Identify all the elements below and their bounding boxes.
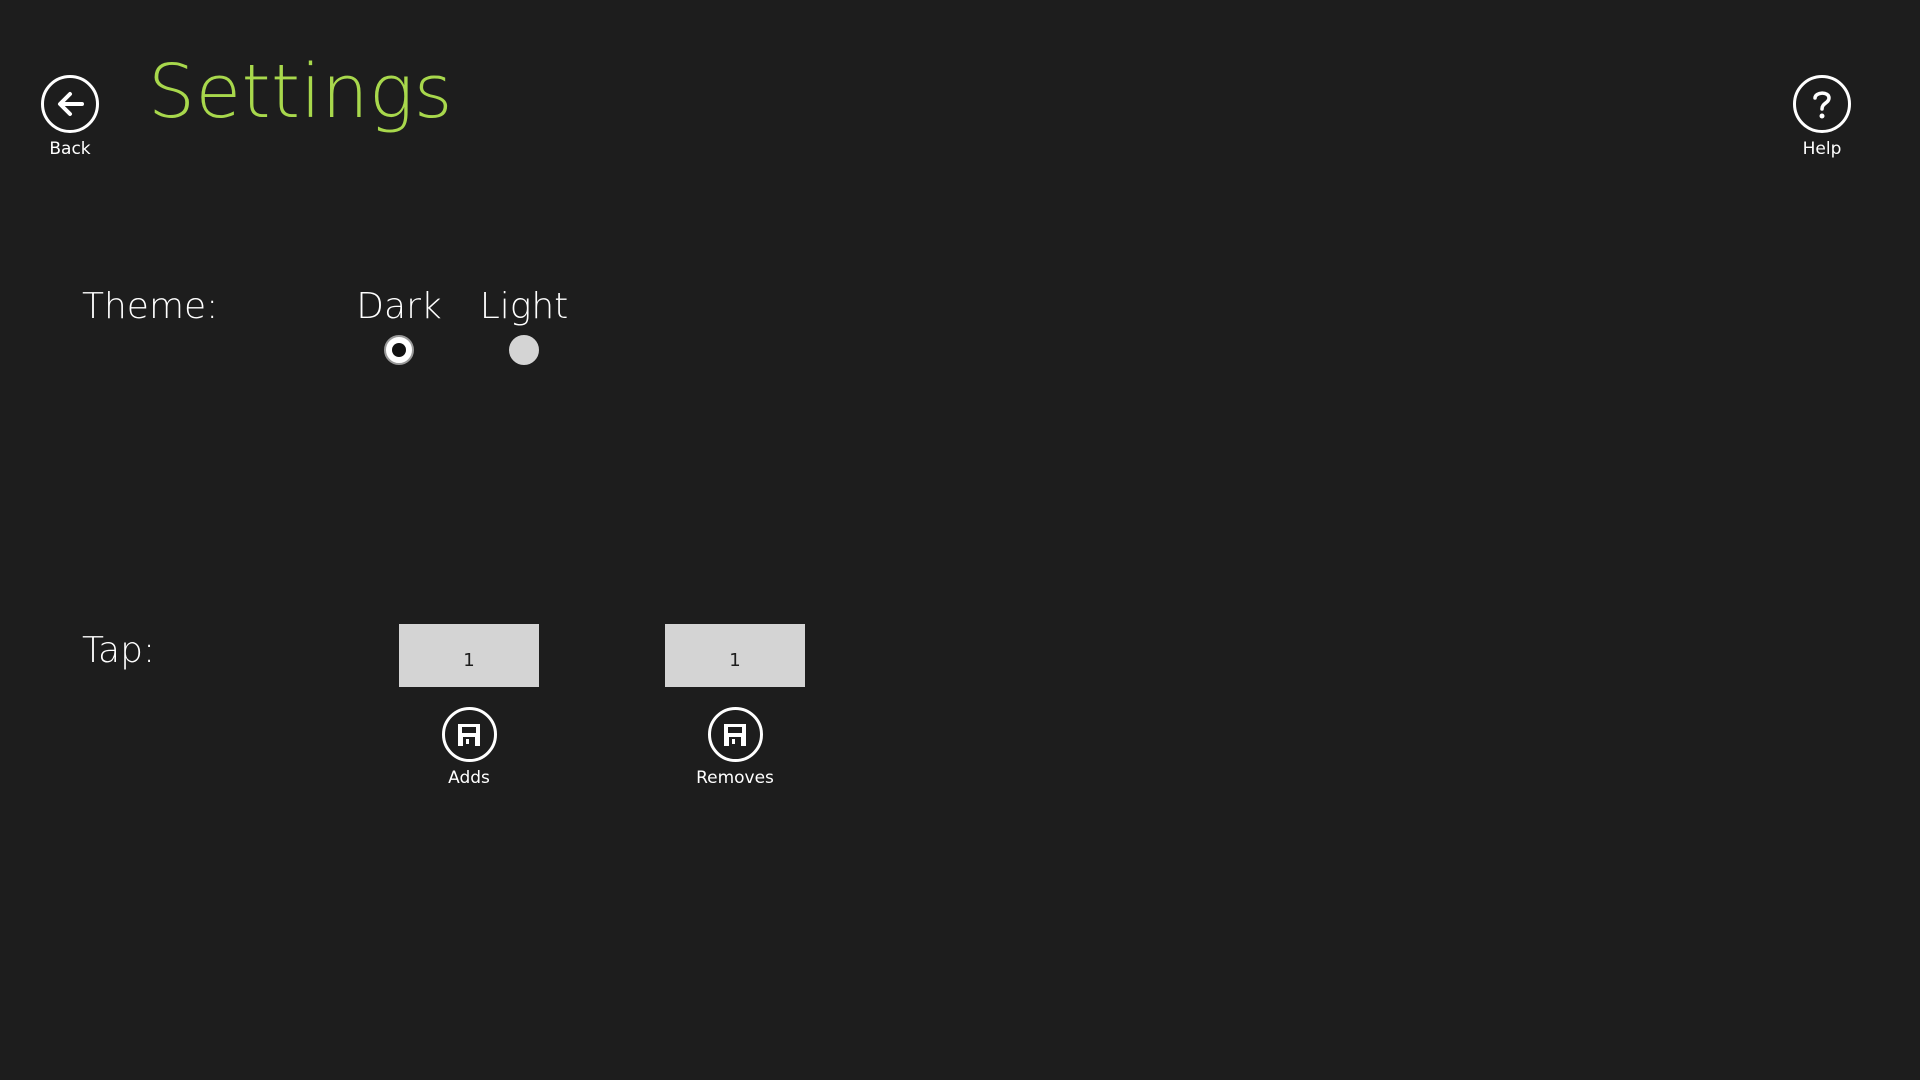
arrow-left-icon — [41, 75, 99, 133]
tap-label: Tap: — [82, 630, 156, 671]
back-button-label: Back — [49, 139, 91, 159]
adds-save-button[interactable]: Adds — [409, 707, 529, 788]
theme-radio-dark-label: Dark — [356, 286, 442, 327]
removes-save-button[interactable]: Removes — [675, 707, 795, 788]
help-button[interactable]: Help — [1793, 75, 1851, 159]
radio-unchecked-icon[interactable] — [509, 335, 539, 365]
back-button[interactable]: Back — [41, 75, 99, 159]
adds-button-label: Adds — [448, 768, 490, 788]
removes-tap-input[interactable] — [665, 624, 805, 687]
removes-button-label: Removes — [696, 768, 774, 788]
radio-checked-icon[interactable] — [384, 335, 414, 365]
theme-radio-light-label: Light — [479, 286, 569, 327]
theme-label: Theme: — [82, 286, 219, 327]
theme-radio-dark[interactable]: Dark — [356, 286, 442, 365]
adds-tap-input[interactable] — [399, 624, 539, 687]
theme-radio-light[interactable]: Light — [480, 286, 568, 365]
floppy-disk-icon — [707, 707, 763, 762]
help-button-label: Help — [1802, 139, 1842, 159]
settings-page: Back Settings Help Theme: Dark Light Tap… — [0, 0, 1920, 1080]
floppy-disk-icon — [441, 707, 497, 762]
question-mark-icon — [1793, 75, 1851, 133]
page-title: Settings — [148, 49, 453, 135]
